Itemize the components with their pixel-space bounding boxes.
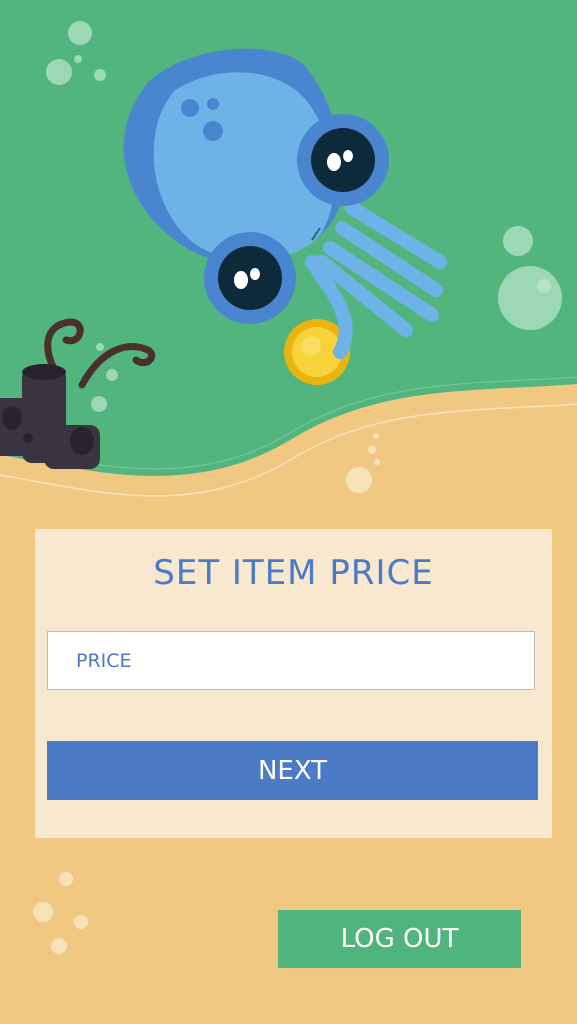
price-input[interactable]: [47, 631, 535, 690]
next-button[interactable]: NEXT: [47, 741, 538, 800]
logout-button[interactable]: LOG OUT: [278, 910, 521, 968]
underwater-background: [0, 0, 577, 1024]
price-form-card: SET ITEM PRICE NEXT: [35, 529, 552, 838]
set-item-price-screen: SET ITEM PRICE NEXT LOG OUT: [0, 0, 577, 1024]
page-title: SET ITEM PRICE: [153, 553, 434, 593]
